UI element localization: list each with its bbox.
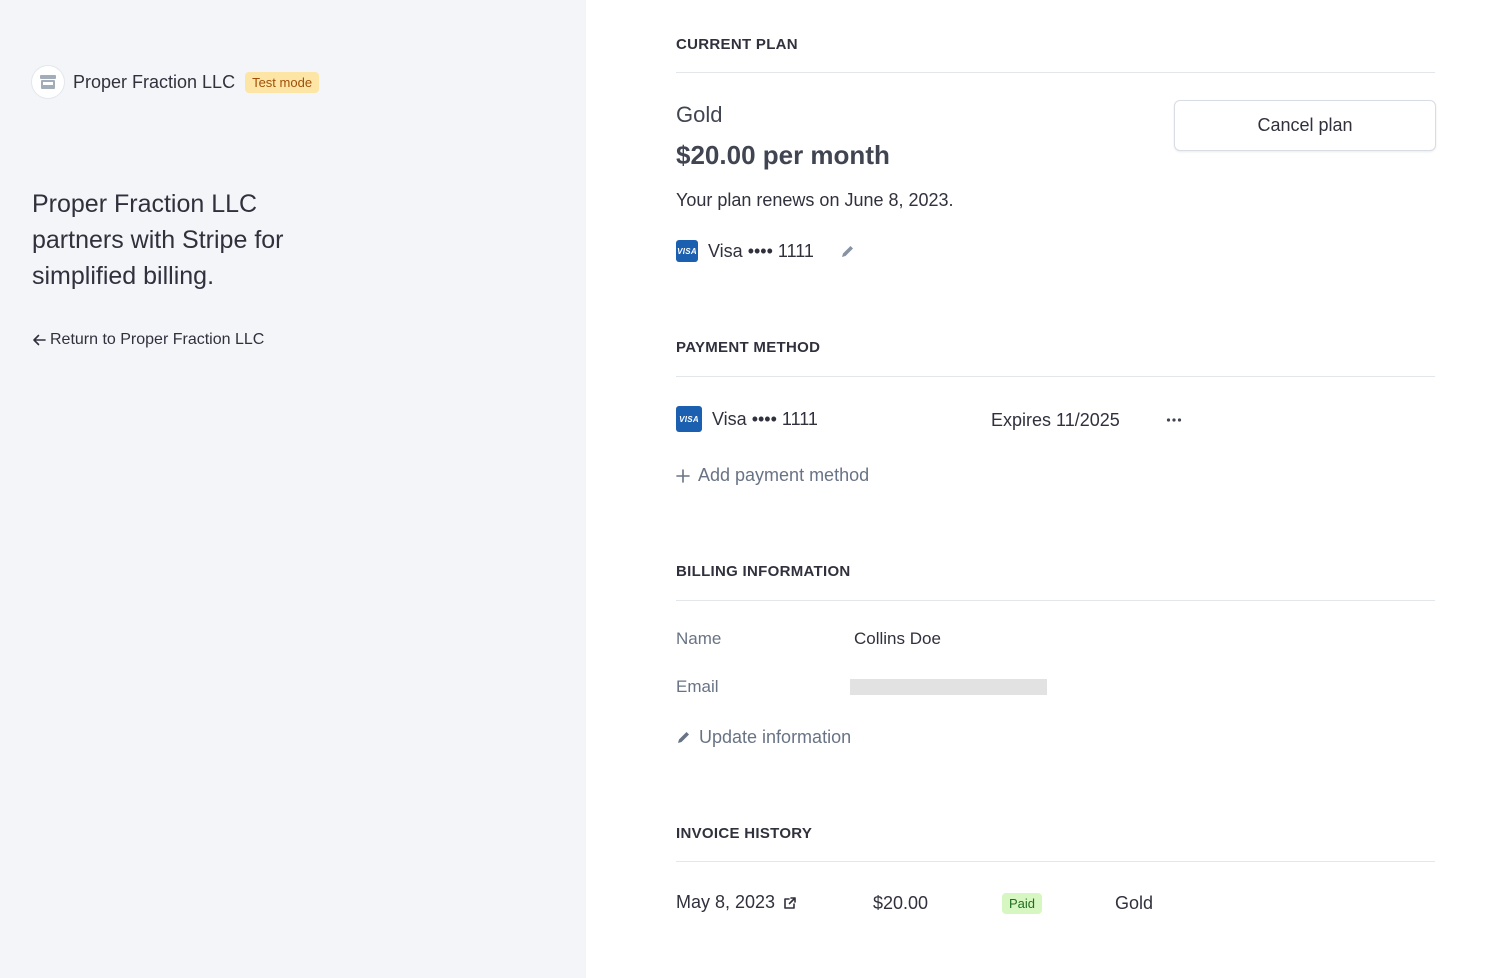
test-mode-badge: Test mode xyxy=(245,71,320,93)
arrow-left-icon xyxy=(33,334,46,346)
main-panel: CURRENT PLAN Gold $20.00 per month Your … xyxy=(586,0,1500,978)
invoice-plan: Gold xyxy=(1115,893,1154,913)
divider xyxy=(676,72,1435,73)
return-link-label: Return to Proper Fraction LLC xyxy=(50,331,265,348)
plus-icon xyxy=(676,468,690,483)
plan-card-label: Visa •••• 1111 xyxy=(708,240,814,261)
plan-renewal-date: Your plan renews on June 8, 2023. xyxy=(676,190,954,210)
payment-method-card: VISA Visa •••• 1111 xyxy=(676,406,818,432)
pencil-icon xyxy=(678,732,689,743)
plan-name: Gold xyxy=(676,102,723,127)
status-badge: Paid xyxy=(1002,893,1043,914)
pencil-icon[interactable] xyxy=(840,244,855,259)
cancel-plan-button[interactable]: Cancel plan xyxy=(1174,100,1436,151)
invoice-history-title: INVOICE HISTORY xyxy=(676,825,813,842)
payment-card-label: Visa •••• 1111 xyxy=(712,408,818,429)
visa-icon: VISA xyxy=(676,406,702,432)
current-plan-title: CURRENT PLAN xyxy=(676,36,798,53)
invoice-date-link[interactable]: May 8, 2023 xyxy=(676,892,797,913)
external-link-icon xyxy=(784,896,796,909)
name-value: Collins Doe xyxy=(854,629,941,648)
storefront-icon xyxy=(32,66,64,98)
ellipsis-icon[interactable] xyxy=(1166,408,1182,437)
divider xyxy=(676,600,1435,601)
email-label: Email xyxy=(676,677,719,696)
update-information-button[interactable]: Update information xyxy=(676,727,851,748)
return-link[interactable]: Return to Proper Fraction LLC xyxy=(32,331,264,349)
payment-card-expiry: Expires 11/2025 xyxy=(991,410,1120,430)
brand-tagline: Proper Fraction LLC partners with Stripe… xyxy=(32,190,284,290)
divider xyxy=(676,376,1435,377)
invoice-date: May 8, 2023 xyxy=(676,892,776,912)
brand-header: Proper Fraction LLC Test mode xyxy=(32,66,320,98)
email-value-redacted xyxy=(850,679,1047,695)
update-information-label: Update information xyxy=(699,727,852,747)
billing-info-title: BILLING INFORMATION xyxy=(676,563,851,580)
visa-icon: VISA xyxy=(676,240,698,262)
plan-card: VISA Visa •••• 1111 xyxy=(676,240,855,262)
left-panel: Proper Fraction LLC Test mode Proper Fra… xyxy=(0,0,586,978)
name-label: Name xyxy=(676,629,722,648)
invoice-amount: $20.00 xyxy=(873,893,929,913)
plan-price: $20.00 per month xyxy=(676,140,890,170)
divider xyxy=(676,861,1435,862)
brand-name: Proper Fraction LLC xyxy=(73,71,236,92)
payment-method-title: PAYMENT METHOD xyxy=(676,339,821,356)
add-payment-method-label: Add payment method xyxy=(698,465,870,485)
add-payment-method-button[interactable]: Add payment method xyxy=(676,465,869,486)
